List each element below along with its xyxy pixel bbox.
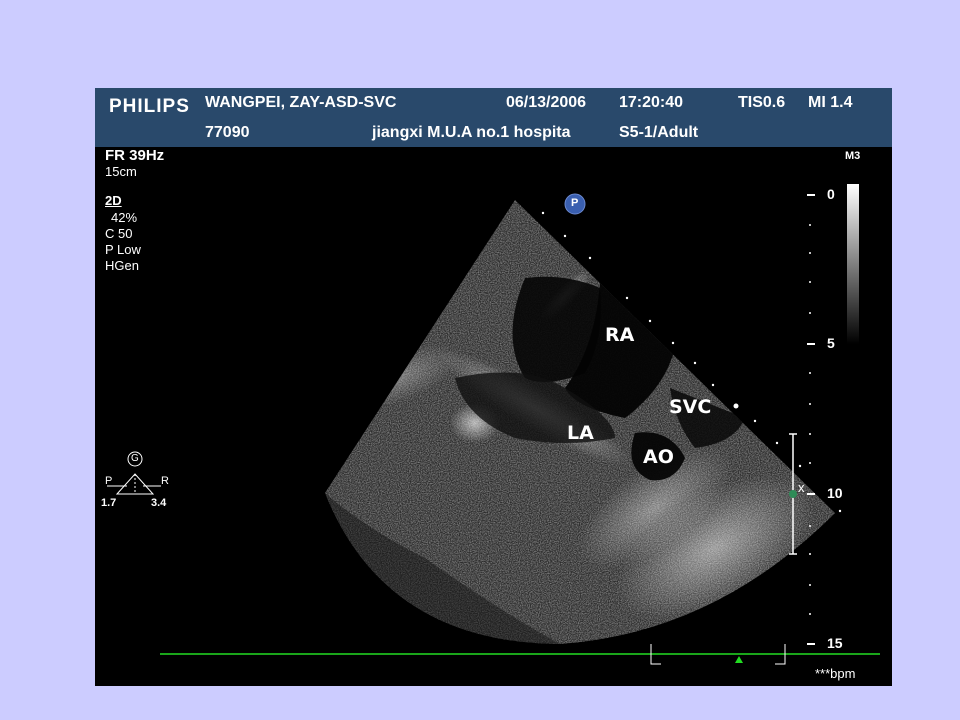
focus-marker	[733, 403, 739, 409]
frame-rate: FR 39Hz	[105, 147, 165, 164]
compress-value: C 50	[105, 226, 133, 241]
orientation-p: P	[105, 475, 113, 487]
depth-ticks	[807, 194, 815, 645]
probe-preset: S5-1/Adult	[619, 124, 699, 141]
orientation-left-value: 1.7	[101, 497, 117, 509]
label-aorta: AO	[643, 446, 674, 468]
depth-setting: 15cm	[105, 164, 137, 179]
ecg-marker	[735, 656, 743, 663]
label-left-atrium: LA	[567, 422, 594, 444]
exam-time: 17:20:40	[619, 94, 684, 111]
depth-label-5: 5	[827, 335, 835, 351]
depth-label-0: 0	[827, 186, 835, 202]
tis-value: TIS0.6	[738, 94, 786, 111]
focus-dot	[789, 490, 797, 498]
orientation-r: R	[161, 475, 169, 487]
depth-dots	[809, 224, 811, 615]
echo-image	[107, 184, 880, 665]
exam-date: 06/13/2006	[506, 94, 587, 111]
ultrasound-screen: PHILIPS WANGPEI, ZAY-ASD-SVC 06/13/2006 …	[95, 88, 892, 686]
depth-label-15: 15	[827, 635, 843, 651]
focus-x-label: x	[798, 480, 805, 495]
orientation-g: G	[131, 453, 139, 464]
hospital-name: jiangxi M.U.A no.1 hospita	[372, 124, 571, 141]
label-right-atrium: RA	[605, 324, 635, 346]
probe-marker-label: P	[571, 197, 579, 209]
depth-label-10: 10	[827, 485, 843, 501]
power-value: P Low	[105, 242, 141, 257]
header-bar: PHILIPS WANGPEI, ZAY-ASD-SVC 06/13/2006 …	[95, 88, 892, 147]
brand-logo: PHILIPS	[109, 96, 190, 117]
patient-id: 77090	[205, 124, 250, 141]
orientation-right-value: 3.4	[151, 497, 167, 509]
heart-rate: ***bpm	[815, 666, 856, 681]
mi-value: MI 1.4	[808, 94, 853, 111]
patient-name: WANGPEI, ZAY-ASD-SVC	[205, 94, 397, 111]
label-superior-vena-cava: SVC	[669, 396, 712, 418]
map-label: M3	[845, 150, 861, 162]
gain-value: 42%	[111, 210, 138, 225]
mode-2d: 2D	[105, 193, 122, 208]
grayscale-bar	[847, 184, 859, 344]
frequency-value: HGen	[105, 258, 139, 273]
